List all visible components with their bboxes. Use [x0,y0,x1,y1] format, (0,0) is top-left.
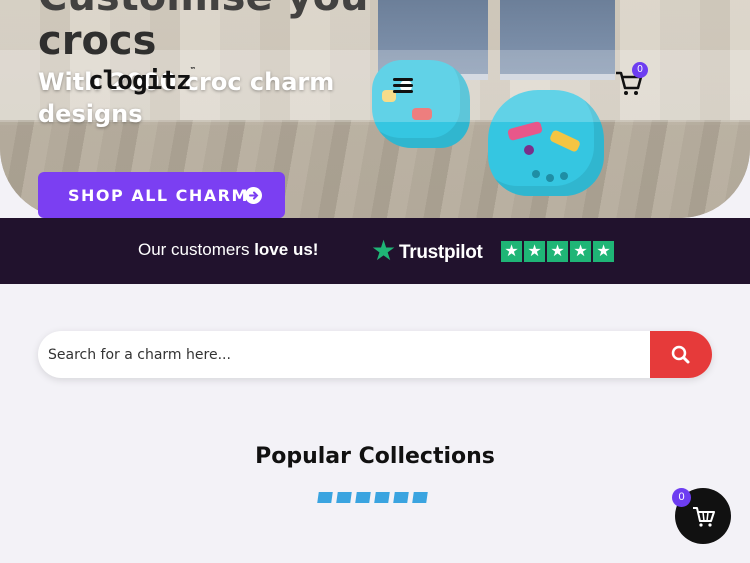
arrow-right-circle-icon [245,187,262,204]
rating-star-icon: ★ [524,241,545,262]
search-input[interactable] [38,331,650,378]
cart-count-badge: 0 [632,62,648,78]
heading-underline-decoration [317,492,428,503]
shop-all-charms-label: SHOP ALL CHARMS [68,185,262,205]
shop-all-charms-button[interactable]: SHOP ALL CHARMS [38,172,285,218]
trustpilot-label[interactable]: Trustpilot [399,242,483,264]
logo-text: clogitz [88,66,192,96]
popular-collections-heading: Popular Collections [255,444,495,469]
trust-text-bold: love us! [254,240,319,259]
trust-text: Our customers love us! [138,240,318,260]
hero-title: crocs [38,18,157,64]
search-icon [671,345,690,364]
hero-title-top: Customise you [38,0,369,20]
trustpilot-star-icon: ★ [371,235,397,266]
floating-cart-count-badge: 0 [672,488,691,507]
site-logo[interactable]: clogitz™ [88,66,195,96]
rating-star-icon: ★ [501,241,522,262]
hamburger-menu-icon[interactable] [393,78,413,94]
rating-star-icon: ★ [593,241,614,262]
rating-star-icon: ★ [570,241,591,262]
search-bar [38,331,712,378]
trust-text-prefix: Our customers [138,240,255,259]
search-button[interactable] [650,331,712,378]
rating-star-icon: ★ [547,241,568,262]
logo-trademark: ™ [190,66,195,74]
trustpilot-rating: ★ ★ ★ ★ ★ [501,241,614,262]
